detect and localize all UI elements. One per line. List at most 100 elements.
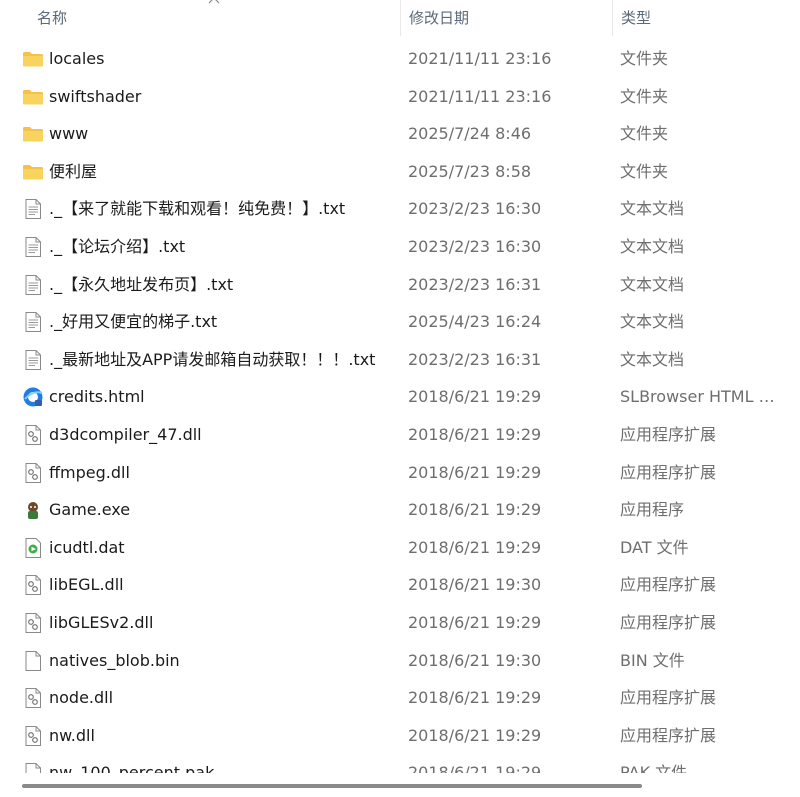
file-row[interactable]: libGLESv2.dll 2018/6/21 19:29 应用程序扩展 <box>0 604 778 642</box>
file-name: ._【来了就能下载和观看！纯免费！】.txt <box>49 199 346 219</box>
file-row[interactable]: ._最新地址及APP请发邮箱自动获取！！！.txt 2023/2/23 16:31… <box>0 341 778 379</box>
file-row[interactable]: ._【来了就能下载和观看！纯免费！】.txt 2023/2/23 16:30 文本文… <box>0 190 778 228</box>
file-type: 应用程序扩展 <box>620 725 717 745</box>
column-header-date-modified[interactable]: 修改日期 <box>400 0 612 36</box>
file-row[interactable]: ffmpeg.dll 2018/6/21 19:29 应用程序扩展 <box>0 454 778 492</box>
file-type: 文本文档 <box>620 199 685 219</box>
dll-file-icon <box>22 424 44 446</box>
file-date-modified: 2023/2/23 16:31 <box>408 274 542 294</box>
file-date-modified: 2025/7/23 8:58 <box>408 161 532 181</box>
browser-html-icon <box>22 386 44 408</box>
column-header-bar: 名称 修改日期 类型 <box>0 0 778 36</box>
file-type: 文本文档 <box>620 237 685 256</box>
file-type: PAK 文件 <box>620 763 688 773</box>
file-date-modified: 2018/6/21 19:30 <box>408 575 542 595</box>
file-type: 应用程序扩展 <box>620 613 717 632</box>
file-row[interactable]: ._【永久地址发布页】.txt 2023/2/23 16:31 文本文档 <box>0 266 778 304</box>
file-date-modified: 2023/2/23 16:30 <box>408 237 542 256</box>
file-date-modified: 2018/6/21 19:29 <box>408 500 542 520</box>
file-date-modified: 2025/7/24 8:46 <box>408 124 532 144</box>
file-name: nw_100_percent.pak <box>49 763 215 773</box>
file-type: 应用程序扩展 <box>620 462 717 482</box>
file-row[interactable]: nw_100_percent.pak 2018/6/21 19:29 PAK 文件 <box>0 754 778 773</box>
folder-icon <box>22 86 44 108</box>
file-name: ._【论坛介绍】.txt <box>49 237 186 256</box>
file-row[interactable]: 便利屋 2025/7/23 8:58 文件夹 <box>0 153 778 191</box>
file-name: credits.html <box>49 387 145 407</box>
file-type: 文本文档 <box>620 274 685 294</box>
vertical-scrollbar[interactable] <box>778 0 800 775</box>
text-file-icon <box>22 349 44 371</box>
file-row[interactable]: swiftshader 2021/11/11 23:16 文件夹 <box>0 78 778 116</box>
file-name: libGLESv2.dll <box>49 613 154 632</box>
file-type: 文本文档 <box>620 312 685 332</box>
folder-icon <box>22 48 44 70</box>
dll-file-icon <box>22 462 44 484</box>
file-row[interactable]: natives_blob.bin 2018/6/21 19:30 BIN 文件 <box>0 642 778 680</box>
horizontal-scrollbar-thumb[interactable] <box>22 784 642 788</box>
file-name: icudtl.dat <box>49 537 125 557</box>
folder-icon <box>22 123 44 145</box>
file-name: 便利屋 <box>49 161 98 181</box>
file-date-modified: 2023/2/23 16:30 <box>408 199 542 219</box>
file-date-modified: 2018/6/21 19:29 <box>408 688 542 708</box>
file-row[interactable]: icudtl.dat 2018/6/21 19:29 DAT 文件 <box>0 529 778 567</box>
file-name: node.dll <box>49 688 114 708</box>
file-date-modified: 2018/6/21 19:30 <box>408 650 542 670</box>
file-date-modified: 2021/11/11 23:16 <box>408 86 552 106</box>
file-date-modified: 2023/2/23 16:31 <box>408 349 542 369</box>
file-type: 文件夹 <box>620 124 669 144</box>
file-date-modified: 2018/6/21 19:29 <box>408 387 542 407</box>
file-row[interactable]: ._【论坛介绍】.txt 2023/2/23 16:30 文本文档 <box>0 228 778 266</box>
file-name: ffmpeg.dll <box>49 462 130 482</box>
file-date-modified: 2018/6/21 19:29 <box>408 462 542 482</box>
file-date-modified: 2018/6/21 19:29 <box>408 763 542 773</box>
file-list: locales 2021/11/11 23:16 文件夹 swiftshader 202… <box>0 40 778 773</box>
file-type: 应用程序扩展 <box>620 688 717 708</box>
text-file-icon <box>22 198 44 220</box>
media-file-icon <box>22 537 44 559</box>
file-date-modified: 2018/6/21 19:29 <box>408 537 542 557</box>
file-type: 文件夹 <box>620 161 669 181</box>
game-exe-icon <box>22 499 44 521</box>
file-type: 应用程序扩展 <box>620 575 717 595</box>
file-date-modified: 2018/6/21 19:29 <box>408 613 542 632</box>
file-type: DAT 文件 <box>620 537 689 557</box>
file-row[interactable]: locales 2021/11/11 23:16 文件夹 <box>0 40 778 78</box>
column-header-type[interactable]: 类型 <box>612 0 778 36</box>
file-row[interactable]: ._好用又便宜的梯子.txt 2025/4/23 16:24 文本文档 <box>0 303 778 341</box>
dll-file-icon <box>22 574 44 596</box>
dll-file-icon <box>22 687 44 709</box>
file-name: nw.dll <box>49 725 95 745</box>
file-name: Game.exe <box>49 500 131 520</box>
file-type: 应用程序扩展 <box>620 425 717 444</box>
text-file-icon <box>22 236 44 258</box>
file-name: d3dcompiler_47.dll <box>49 425 202 444</box>
file-row[interactable]: Game.exe 2018/6/21 19:29 应用程序 <box>0 491 778 529</box>
file-name: ._最新地址及APP请发邮箱自动获取！！！.txt <box>49 349 376 369</box>
blank-file-icon <box>22 650 44 672</box>
file-type: 文件夹 <box>620 49 669 68</box>
file-date-modified: 2021/11/11 23:16 <box>408 49 552 68</box>
file-type: 文件夹 <box>620 86 669 106</box>
file-row[interactable]: credits.html 2018/6/21 19:29 SLBrowser HTM… <box>0 378 778 416</box>
text-file-icon <box>22 311 44 333</box>
text-file-icon <box>22 274 44 296</box>
column-header-name[interactable]: 名称 <box>0 0 400 36</box>
file-name: libEGL.dll <box>49 575 124 595</box>
file-row[interactable]: www 2025/7/24 8:46 文件夹 <box>0 115 778 153</box>
file-type: SLBrowser HTML D... <box>620 387 775 407</box>
file-row[interactable]: nw.dll 2018/6/21 19:29 应用程序扩展 <box>0 717 778 755</box>
horizontal-scrollbar[interactable] <box>0 775 800 797</box>
file-name: ._【永久地址发布页】.txt <box>49 274 234 294</box>
file-row[interactable]: d3dcompiler_47.dll 2018/6/21 19:29 应用程序扩展 <box>0 416 778 454</box>
file-name: locales <box>49 49 105 68</box>
file-date-modified: 2025/4/23 16:24 <box>408 312 542 332</box>
file-row[interactable]: node.dll 2018/6/21 19:29 应用程序扩展 <box>0 679 778 717</box>
file-name: ._好用又便宜的梯子.txt <box>49 312 218 332</box>
file-name: swiftshader <box>49 86 142 106</box>
file-name: www <box>49 124 89 144</box>
file-type: BIN 文件 <box>620 650 685 670</box>
file-type: 文本文档 <box>620 349 685 369</box>
file-row[interactable]: libEGL.dll 2018/6/21 19:30 应用程序扩展 <box>0 566 778 604</box>
